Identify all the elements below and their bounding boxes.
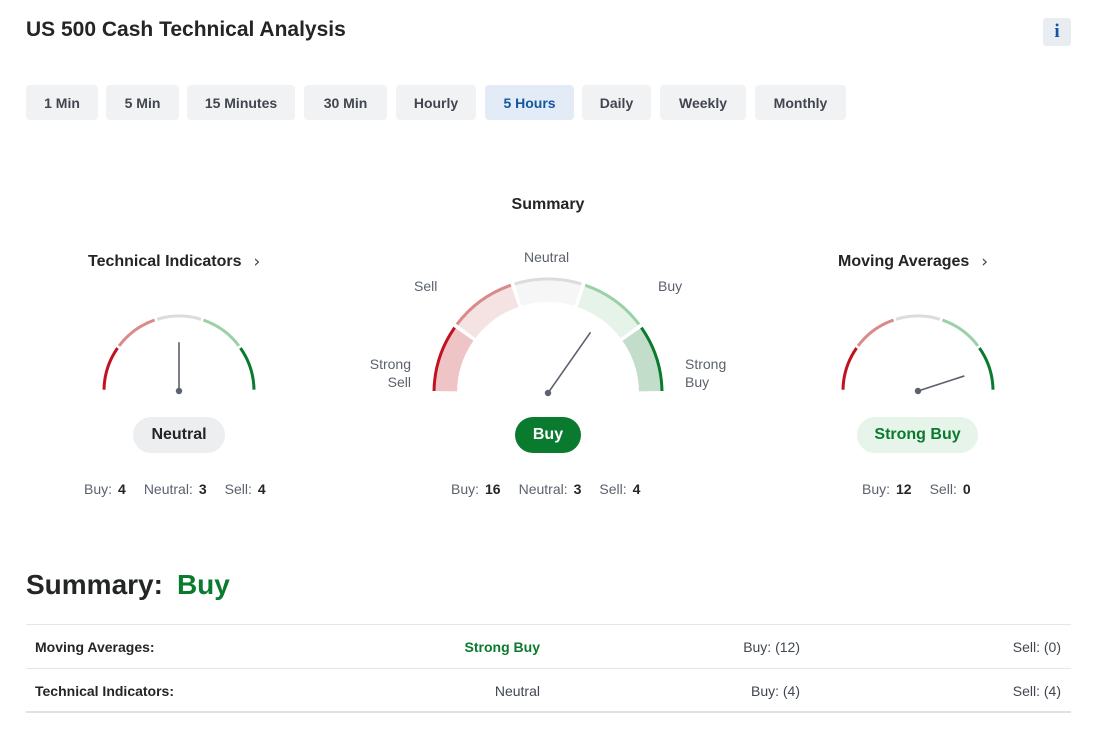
table-row: Technical Indicators: Neutral Buy: (4) S… [26, 669, 1071, 713]
moving-averages-link[interactable]: Moving Averages › [838, 252, 988, 272]
gauge-band-strong-buy [622, 328, 661, 392]
chevron-right-icon: › [981, 252, 989, 272]
neutral-count: 3 [573, 481, 582, 497]
row-name: Technical Indicators: [35, 683, 174, 699]
gauge-label-strong-sell: Strong Sell [369, 356, 411, 390]
row-name: Moving Averages: [35, 639, 155, 655]
summary-counts: Buy: 16 Neutral: 3 Sell: 4 [451, 481, 640, 497]
gauge-segment-strong-buy [978, 347, 995, 390]
gauge-label-sell: Sell [414, 278, 438, 294]
gauge-label-neutral: Neutral [524, 249, 570, 265]
gauge-hub [175, 387, 183, 395]
neutral-count-label: Neutral: [518, 481, 568, 497]
gauge-segment-buy [202, 318, 241, 347]
gauge-needle [547, 331, 592, 394]
buy-count: 4 [118, 481, 126, 497]
neutral-count: 3 [198, 481, 207, 497]
gauge-segment-strong-buy [239, 347, 256, 390]
moving-averages-title: Moving Averages [838, 253, 970, 270]
summary-heading: Summary: Buy [26, 569, 230, 601]
row-sell: Sell: (0) [1012, 639, 1061, 655]
buy-count: 12 [896, 481, 912, 497]
summary-heading-value: Buy [176, 569, 230, 600]
gauge-segment-buy [941, 318, 980, 347]
gauge-segment-sell [856, 318, 895, 347]
row-buy: Buy: (12) [743, 639, 800, 655]
summary-status-badge: Buy [515, 417, 581, 453]
sell-count: 0 [962, 481, 971, 497]
buy-count-label: Buy: [451, 481, 480, 497]
technical-status-badge: Neutral [133, 417, 225, 453]
table-row: Moving Averages: Strong Buy Buy: (12) Se… [26, 625, 1071, 669]
row-buy: Buy: (4) [750, 683, 800, 699]
gauge-segment-sell [117, 318, 156, 347]
gauge-segment-strong-sell [841, 347, 858, 390]
sell-count-label: Sell: [599, 481, 627, 497]
gauge-segment-neutral [156, 314, 202, 321]
sell-count-label: Sell: [929, 481, 957, 497]
buy-count-label: Buy: [862, 481, 891, 497]
gauge-segment-neutral [895, 314, 941, 321]
gauge-hub [544, 389, 552, 397]
gauge-needle [917, 375, 965, 392]
summary-heading-label: Summary: [26, 569, 163, 600]
gauge-hub [914, 387, 922, 395]
summary-table: Moving Averages: Strong Buy Buy: (12) Se… [26, 624, 1071, 713]
gauge-band-strong-sell [435, 328, 474, 392]
moving-averages-counts: Buy: 12 Sell: 0 [862, 481, 971, 497]
buy-count: 16 [485, 481, 501, 497]
gauge-band-neutral [514, 280, 582, 307]
sell-count: 4 [257, 481, 266, 497]
summary-gauge-title: Summary [511, 196, 585, 213]
gauge-band-sell [457, 286, 519, 339]
buy-count-label: Buy: [84, 481, 113, 497]
gauge-label-buy: Buy [658, 278, 683, 294]
technical-counts: Buy: 4 Neutral: 3 Sell: 4 [84, 481, 266, 497]
row-signal: Strong Buy [464, 639, 540, 655]
gauge-label-strong-buy: Strong Buy [685, 356, 727, 390]
row-sell: Sell: (4) [1012, 683, 1061, 699]
neutral-count-label: Neutral: [143, 481, 193, 497]
moving-averages-status-badge: Strong Buy [857, 417, 978, 453]
sell-count: 4 [632, 481, 641, 497]
gauge-segment-strong-sell [102, 347, 119, 390]
gauge-band-buy [577, 286, 639, 339]
row-signal: Neutral [494, 683, 540, 699]
sell-count-label: Sell: [224, 481, 252, 497]
